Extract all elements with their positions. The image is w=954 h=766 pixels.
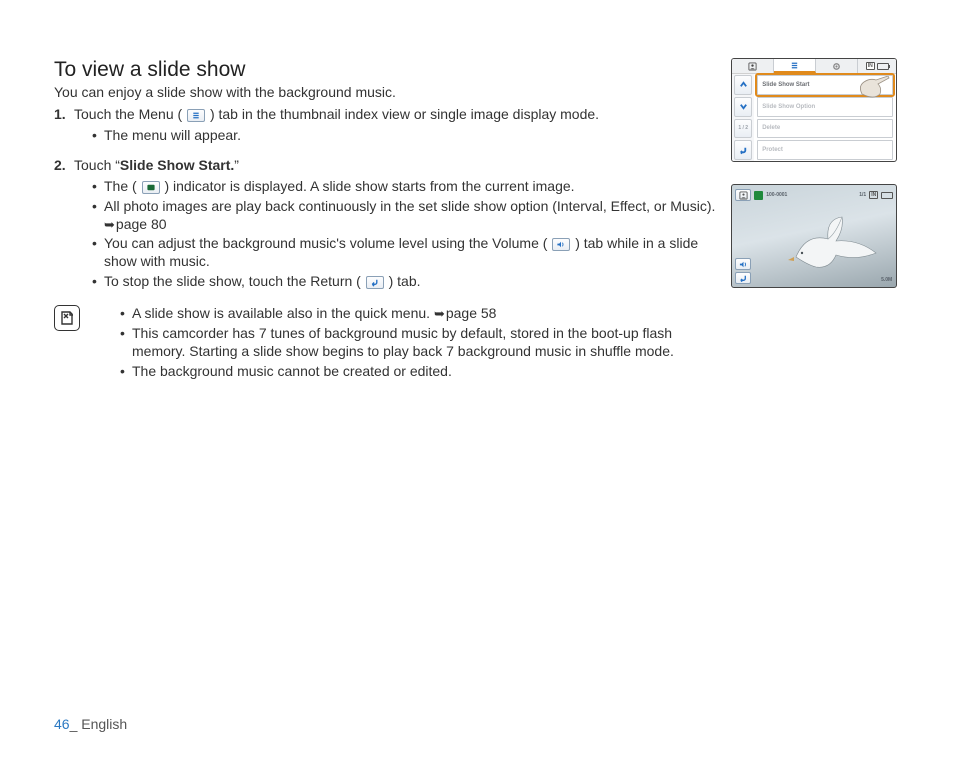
return-button [734,140,752,160]
seagull-image [786,213,882,273]
step2-text-a: Touch “ [74,157,120,173]
resolution-label: 5.0M [881,277,892,283]
intro-text: You can enjoy a slide show with the back… [54,84,729,100]
step2-bullet-4: To stop the slide show, touch the Return… [92,273,729,291]
menu-icon [187,109,205,122]
scroll-down-button [734,97,752,117]
footer-language: English [81,716,127,732]
step2-text-b: ” [234,157,239,173]
note-bullet-2: This camcorder has 7 tunes of background… [120,325,729,361]
step1-text-a: Touch the Menu ( [74,106,182,122]
step1-bullet-1: The menu will appear. [92,127,729,145]
volume-icon [552,238,570,251]
page-number: 46 [54,716,70,732]
note-bullet-1: A slide show is available also in the qu… [120,305,729,323]
scroll-up-button [734,75,752,95]
page-ref-arrow-icon [104,216,116,232]
touch-finger-icon [856,76,890,98]
step-1: Touch the Menu ( ) tab in the thumbnail … [54,106,729,145]
step2-bullet-2: All photo images are play back continuou… [92,198,729,234]
page-indicator: 1 / 2 [734,119,752,139]
illustration-menu-screen: IN 1 / 2 Slide Show Start [731,58,897,162]
card-indicator-icon [754,191,763,200]
illustration-playback-screen: 100-0001 1/1 IN 5.0M [731,184,897,288]
menu-row-slide-show-option: Slide Show Option [757,97,893,117]
section-title: To view a slide show [54,58,729,82]
menu-row-slide-show-start: Slide Show Start [757,75,893,95]
battery-icon [877,63,889,70]
note-icon [54,305,80,331]
step-2: Touch “Slide Show Start.” The ( ) indica… [54,157,729,291]
tab-menu-icon [774,59,816,73]
step2-bold: Slide Show Start. [120,157,234,173]
menu-row-delete: Delete [757,119,893,139]
file-counter: 100-0001 [766,192,787,198]
return-icon [366,276,384,289]
step2-bullet-3: You can adjust the background music's vo… [92,235,729,271]
page-ref-arrow-icon [434,305,446,321]
note-block: A slide show is available also in the qu… [54,305,729,383]
status-in-badge: IN [869,191,878,199]
status-in-badge: IN [866,62,875,70]
overlay-volume-button [735,258,751,270]
tab-playback-icon [732,59,774,73]
battery-icon [881,192,893,199]
page-footer: 46_ English [54,716,127,732]
tab-settings-icon [816,59,858,73]
status-area: IN [858,59,896,73]
overlay-playback-icon [735,189,751,201]
menu-row-protect: Protect [757,140,893,160]
image-index: 1/1 [859,192,866,198]
note-bullet-3: The background music cannot be created o… [120,363,729,381]
step1-text-b: ) tab in the thumbnail index view or sin… [210,106,599,122]
step2-bullet-1: The ( ) indicator is displayed. A slide … [92,178,729,196]
overlay-return-button [735,272,751,284]
slideshow-indicator-icon [142,181,160,194]
